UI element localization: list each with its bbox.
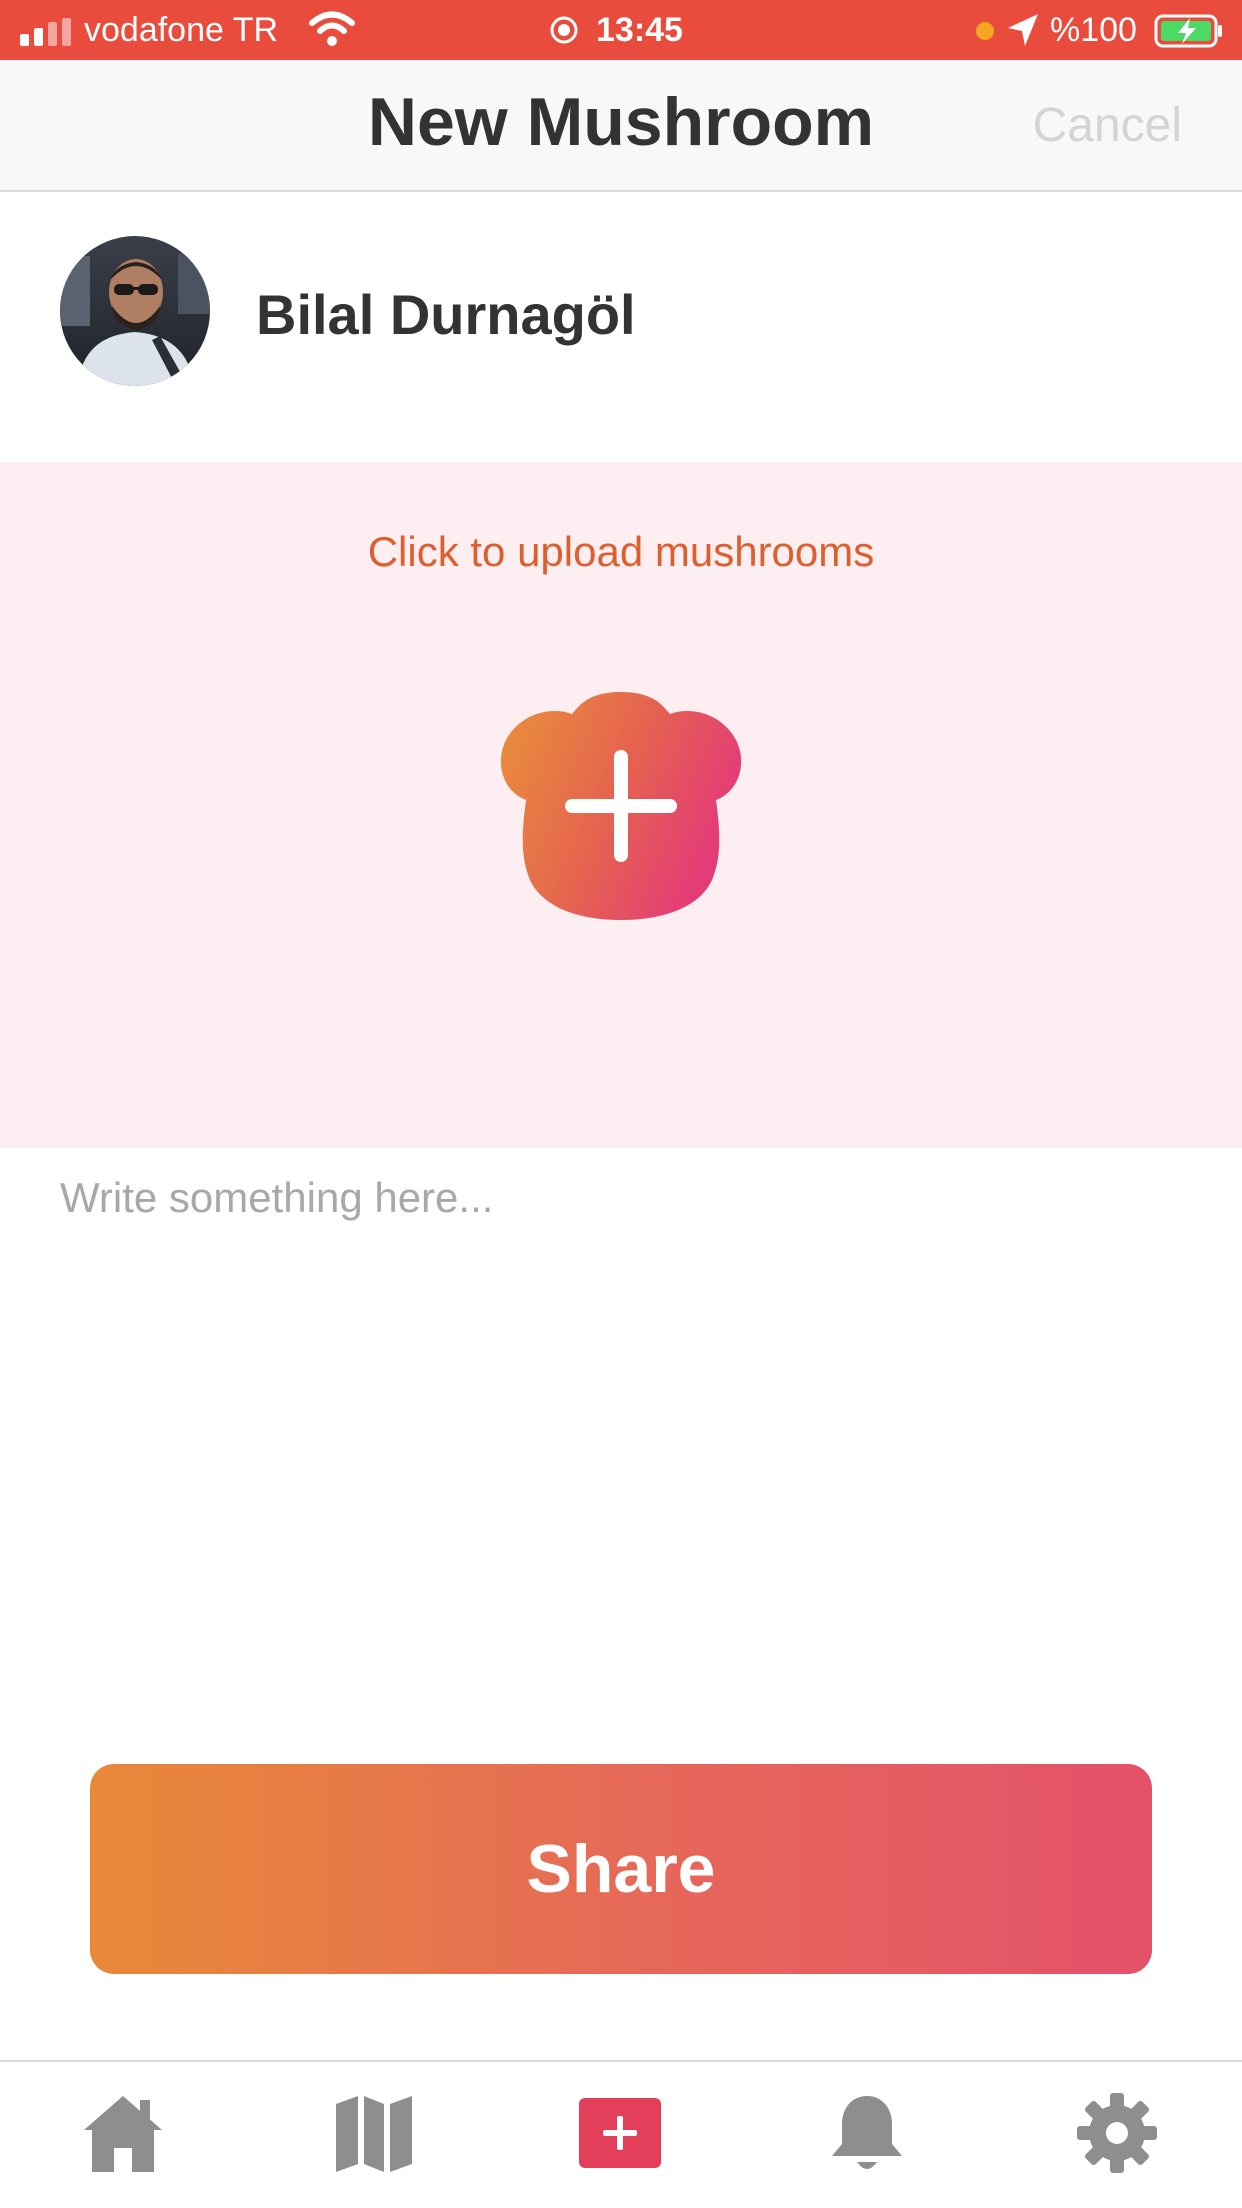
orientation-lock-icon (550, 16, 578, 44)
recording-dot (976, 22, 994, 40)
user-row: Bilal Durnagöl (0, 194, 1242, 462)
tab-bar (0, 2060, 1242, 2208)
wifi-icon (309, 11, 355, 46)
battery-charging-icon (1154, 14, 1222, 48)
avatar-photo (60, 236, 210, 386)
share-button[interactable]: Share (90, 1764, 1152, 1974)
status-bar: vodafone TR 13:45 %100 (0, 0, 1242, 60)
cancel-button[interactable]: Cancel (1033, 96, 1182, 156)
avatar[interactable] (60, 236, 210, 386)
bell-icon (832, 2096, 902, 2169)
upload-label: Click to upload mushrooms (367, 528, 875, 575)
home-icon (84, 2096, 162, 2172)
map-icon (336, 2096, 412, 2172)
tab-notifications[interactable] (822, 2088, 912, 2178)
tab-settings[interactable] (1072, 2088, 1162, 2178)
carrier-name: vodafone TR (84, 11, 279, 49)
add-icon (579, 2098, 661, 2168)
location-icon (1008, 14, 1038, 46)
upload-area[interactable]: Click to upload mushrooms (0, 462, 1242, 1148)
gear-icon (1077, 2093, 1157, 2173)
mushroom-add-icon[interactable] (498, 680, 744, 926)
battery-percent: %100 (1050, 11, 1137, 49)
status-time: 13:45 (596, 11, 683, 49)
signal-icon (20, 18, 71, 46)
tab-home[interactable] (78, 2088, 168, 2178)
tab-add[interactable] (575, 2088, 665, 2178)
nav-header: New Mushroom Cancel (0, 60, 1242, 192)
user-name: Bilal Durnagöl (256, 283, 636, 346)
post-text-input[interactable] (60, 1170, 1182, 1690)
tab-map[interactable] (328, 2088, 418, 2178)
